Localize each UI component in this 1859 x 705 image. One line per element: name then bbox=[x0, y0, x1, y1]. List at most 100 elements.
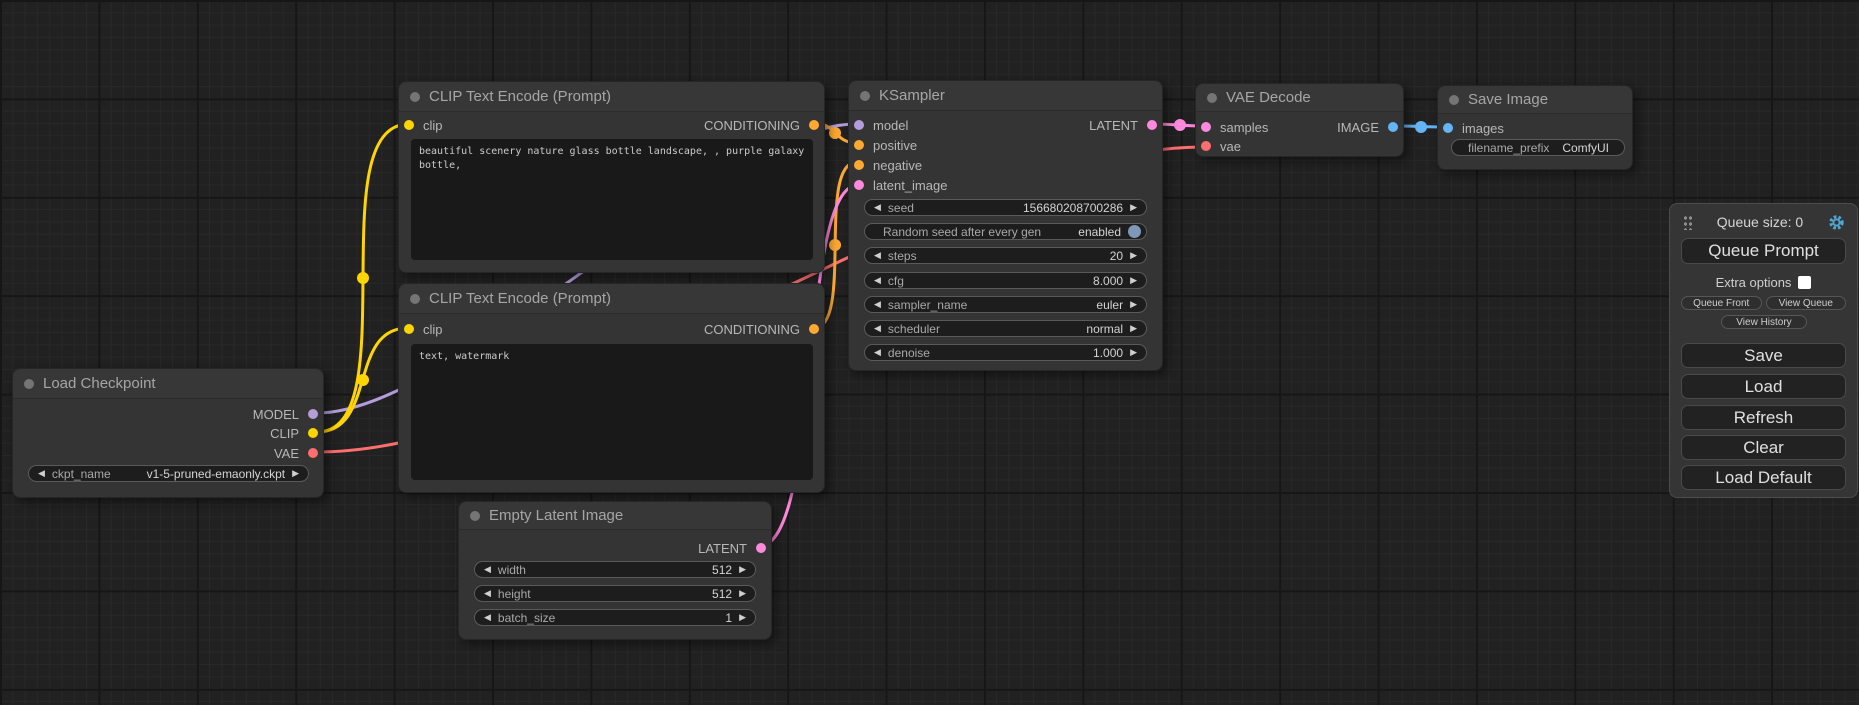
arrow-left-icon[interactable]: ◀ bbox=[874, 203, 881, 212]
input-slot-images[interactable]: images bbox=[1443, 119, 1504, 137]
image-output-dot[interactable] bbox=[1388, 122, 1398, 132]
save-button[interactable]: Save bbox=[1681, 343, 1846, 368]
node-clip-text-encode-negative[interactable]: CLIP Text Encode (Prompt) clip CONDITION… bbox=[398, 283, 825, 493]
node-title-bar[interactable]: KSampler bbox=[849, 81, 1162, 111]
arrow-left-icon[interactable]: ◀ bbox=[484, 589, 491, 598]
input-slot-clip[interactable]: clip bbox=[404, 320, 443, 338]
output-slot-latent[interactable]: LATENT bbox=[698, 539, 766, 557]
input-slot-model[interactable]: model bbox=[854, 116, 908, 134]
widget-height[interactable]: ◀ height 512 ▶ bbox=[474, 585, 756, 602]
arrow-right-icon[interactable]: ▶ bbox=[1130, 203, 1137, 212]
arrow-right-icon[interactable]: ▶ bbox=[292, 469, 299, 478]
clip-input-dot[interactable] bbox=[404, 120, 414, 130]
view-queue-button[interactable]: View Queue bbox=[1766, 296, 1847, 310]
widget-scheduler[interactable]: ◀ scheduler normal ▶ bbox=[864, 320, 1147, 337]
queue-front-button[interactable]: Queue Front bbox=[1681, 296, 1762, 310]
node-title-bar[interactable]: Load Checkpoint bbox=[13, 369, 323, 399]
widget-cfg[interactable]: ◀ cfg 8.000 ▶ bbox=[864, 272, 1147, 289]
output-slot-conditioning[interactable]: CONDITIONING bbox=[704, 116, 819, 134]
drag-handle-icon[interactable] bbox=[1682, 214, 1692, 230]
widget-ckpt-name[interactable]: ◀ ckpt_name v1-5-pruned-emaonly.ckpt ▶ bbox=[28, 465, 309, 482]
node-title-bar[interactable]: CLIP Text Encode (Prompt) bbox=[399, 284, 824, 314]
arrow-left-icon[interactable]: ◀ bbox=[874, 276, 881, 285]
arrow-left-icon[interactable]: ◀ bbox=[874, 324, 881, 333]
output-slot-latent[interactable]: LATENT bbox=[1089, 116, 1157, 134]
collapse-dot-icon[interactable] bbox=[470, 511, 480, 521]
model-output-dot[interactable] bbox=[308, 409, 318, 419]
widget-random-seed-toggle[interactable]: Random seed after every gen enabled bbox=[864, 223, 1147, 240]
arrow-right-icon[interactable]: ▶ bbox=[1130, 348, 1137, 357]
clear-button[interactable]: Clear bbox=[1681, 435, 1846, 460]
node-title-bar[interactable]: VAE Decode bbox=[1196, 84, 1403, 112]
input-slot-negative[interactable]: negative bbox=[854, 156, 922, 174]
arrow-right-icon[interactable]: ▶ bbox=[739, 589, 746, 598]
output-slot-image[interactable]: IMAGE bbox=[1337, 118, 1398, 136]
arrow-right-icon[interactable]: ▶ bbox=[1130, 251, 1137, 260]
arrow-right-icon[interactable]: ▶ bbox=[1130, 300, 1137, 309]
output-slot-clip[interactable]: CLIP bbox=[270, 424, 318, 442]
collapse-dot-icon[interactable] bbox=[1449, 95, 1459, 105]
arrow-right-icon[interactable]: ▶ bbox=[739, 613, 746, 622]
node-clip-text-encode-positive[interactable]: CLIP Text Encode (Prompt) clip CONDITION… bbox=[398, 81, 825, 273]
view-history-button[interactable]: View History bbox=[1721, 315, 1807, 329]
node-ksampler[interactable]: KSampler model LATENT positive negative … bbox=[848, 80, 1163, 371]
latent-output-dot[interactable] bbox=[756, 543, 766, 553]
gear-icon[interactable] bbox=[1828, 214, 1845, 231]
arrow-right-icon[interactable]: ▶ bbox=[1130, 324, 1137, 333]
model-input-dot[interactable] bbox=[854, 120, 864, 130]
toggle-enabled-icon[interactable] bbox=[1128, 225, 1141, 238]
load-default-button[interactable]: Load Default bbox=[1681, 465, 1846, 490]
widget-sampler-name[interactable]: ◀ sampler_name euler ▶ bbox=[864, 296, 1147, 313]
input-slot-latent-image[interactable]: latent_image bbox=[854, 176, 947, 194]
output-slot-conditioning[interactable]: CONDITIONING bbox=[704, 320, 819, 338]
output-slot-model[interactable]: MODEL bbox=[253, 405, 318, 423]
queue-prompt-button[interactable]: Queue Prompt bbox=[1681, 238, 1846, 264]
node-title-bar[interactable]: Save Image bbox=[1438, 86, 1632, 114]
arrow-left-icon[interactable]: ◀ bbox=[874, 251, 881, 260]
widget-denoise[interactable]: ◀ denoise 1.000 ▶ bbox=[864, 344, 1147, 361]
arrow-left-icon[interactable]: ◀ bbox=[38, 469, 45, 478]
widget-batch-size[interactable]: ◀ batch_size 1 ▶ bbox=[474, 609, 756, 626]
arrow-right-icon[interactable]: ▶ bbox=[1130, 276, 1137, 285]
conditioning-output-dot[interactable] bbox=[809, 120, 819, 130]
widget-width[interactable]: ◀ width 512 ▶ bbox=[474, 561, 756, 578]
input-slot-clip[interactable]: clip bbox=[404, 116, 443, 134]
arrow-right-icon[interactable]: ▶ bbox=[739, 565, 746, 574]
collapse-dot-icon[interactable] bbox=[24, 379, 34, 389]
vae-input-dot[interactable] bbox=[1201, 141, 1211, 151]
conditioning-output-dot[interactable] bbox=[809, 324, 819, 334]
collapse-dot-icon[interactable] bbox=[410, 92, 420, 102]
clip-input-dot[interactable] bbox=[404, 324, 414, 334]
prompt-textarea[interactable]: beautiful scenery nature glass bottle la… bbox=[411, 139, 813, 260]
input-slot-vae[interactable]: vae bbox=[1201, 137, 1241, 155]
widget-seed[interactable]: ◀ seed 156680208700286 ▶ bbox=[864, 199, 1147, 216]
collapse-dot-icon[interactable] bbox=[410, 294, 420, 304]
negative-input-dot[interactable] bbox=[854, 160, 864, 170]
arrow-left-icon[interactable]: ◀ bbox=[484, 613, 491, 622]
prompt-textarea[interactable]: text, watermark bbox=[411, 344, 813, 480]
arrow-left-icon[interactable]: ◀ bbox=[874, 348, 881, 357]
node-title-bar[interactable]: CLIP Text Encode (Prompt) bbox=[399, 82, 824, 112]
node-load-checkpoint[interactable]: Load Checkpoint MODEL CLIP VAE ◀ ckpt_na… bbox=[12, 368, 324, 498]
collapse-dot-icon[interactable] bbox=[1207, 93, 1217, 103]
vae-output-dot[interactable] bbox=[308, 448, 318, 458]
positive-input-dot[interactable] bbox=[854, 140, 864, 150]
images-input-dot[interactable] bbox=[1443, 123, 1453, 133]
collapse-dot-icon[interactable] bbox=[860, 91, 870, 101]
input-slot-samples[interactable]: samples bbox=[1201, 118, 1268, 136]
widget-steps[interactable]: ◀ steps 20 ▶ bbox=[864, 247, 1147, 264]
load-button[interactable]: Load bbox=[1681, 374, 1846, 399]
node-title-bar[interactable]: Empty Latent Image bbox=[459, 502, 771, 530]
node-empty-latent-image[interactable]: Empty Latent Image LATENT ◀ width 512 ▶ … bbox=[458, 501, 772, 640]
widget-filename-prefix[interactable]: filename_prefix ComfyUI bbox=[1451, 139, 1625, 156]
input-slot-positive[interactable]: positive bbox=[854, 136, 917, 154]
output-slot-vae[interactable]: VAE bbox=[274, 444, 318, 462]
extra-options-checkbox[interactable] bbox=[1798, 276, 1811, 289]
clip-output-dot[interactable] bbox=[308, 428, 318, 438]
latent-output-dot[interactable] bbox=[1147, 120, 1157, 130]
comfyui-canvas[interactable]: { "colors": { "model": "#b39ddb", "clip"… bbox=[0, 0, 1859, 705]
arrow-left-icon[interactable]: ◀ bbox=[484, 565, 491, 574]
node-vae-decode[interactable]: VAE Decode samples IMAGE vae bbox=[1195, 83, 1404, 157]
samples-input-dot[interactable] bbox=[1201, 122, 1211, 132]
latent-image-input-dot[interactable] bbox=[854, 180, 864, 190]
